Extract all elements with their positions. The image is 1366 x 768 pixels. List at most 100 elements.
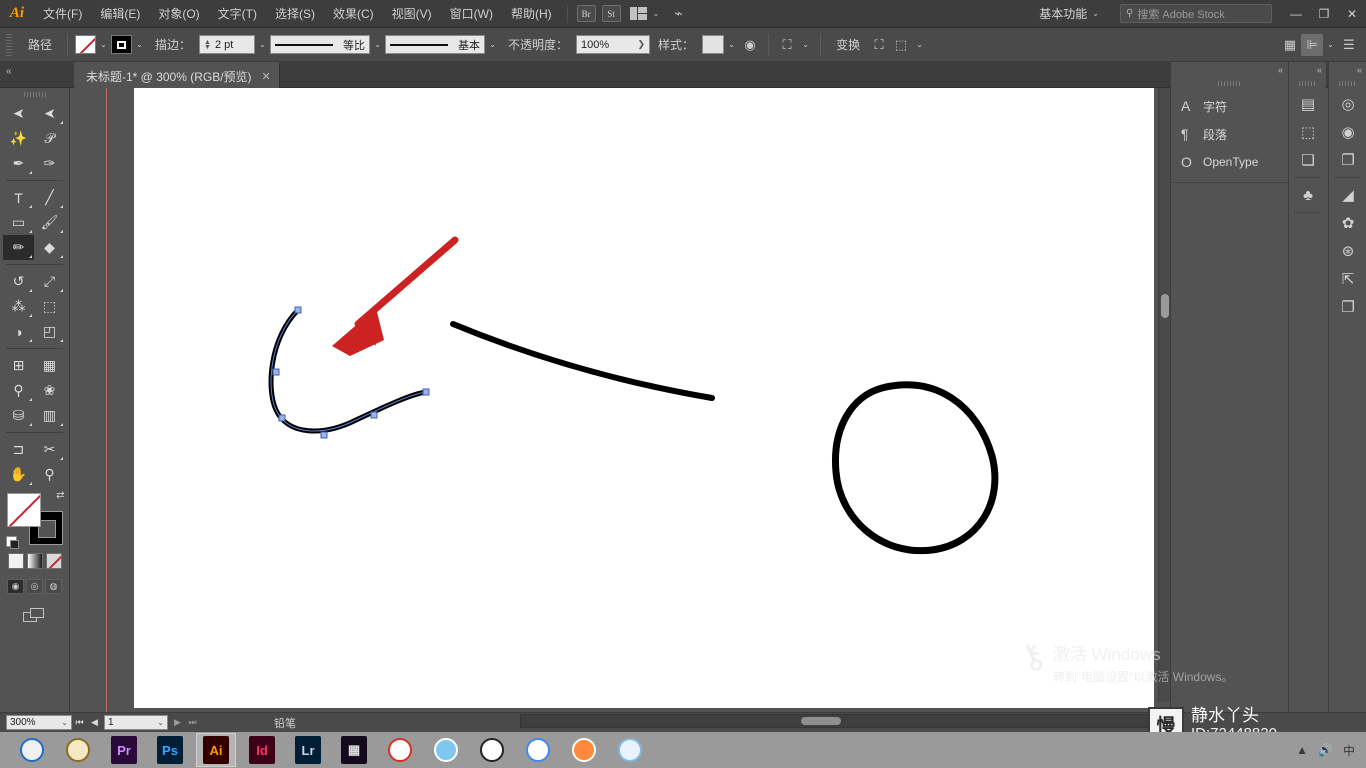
pen-tool[interactable]: ✒ — [3, 151, 34, 176]
artboard-number-input[interactable]: 1 ⌄ — [104, 715, 168, 730]
taskbar-firefox-browser[interactable] — [564, 733, 604, 767]
lasso-tool[interactable]: 𝒫 — [34, 126, 65, 151]
free-transform-tool[interactable]: ⬚ — [34, 294, 65, 319]
chevron-down-icon[interactable]: ⌄ — [485, 35, 500, 54]
taskbar-media-encoder[interactable]: ▦ — [334, 733, 374, 767]
close-icon[interactable]: ✕ — [262, 70, 271, 83]
menu-文字t[interactable]: 文字(T) — [209, 0, 266, 28]
taskbar-photoshop[interactable]: Ps — [150, 733, 190, 767]
fill-color-swatch[interactable] — [75, 35, 97, 54]
align-icon[interactable]: ⛶ — [868, 34, 890, 56]
symbols-icon[interactable]: ♣ — [1289, 181, 1327, 209]
eraser-tool[interactable]: ◆ — [34, 235, 65, 260]
restore-button[interactable]: ❐ — [1310, 0, 1338, 28]
change-screen-mode-icon[interactable] — [22, 608, 47, 624]
stock-search-input[interactable]: ⚲ 搜索 Adobe Stock — [1120, 4, 1272, 23]
taskbar-notepad-app[interactable] — [610, 733, 650, 767]
rectangle-tool[interactable]: ▭ — [3, 210, 34, 235]
fill-swatch-none[interactable] — [6, 493, 41, 527]
tools-panel-grip[interactable] — [23, 92, 46, 97]
draw-normal-button[interactable]: ◉ — [7, 579, 24, 594]
taskbar-lightroom[interactable]: Lr — [288, 733, 328, 767]
swatches-icon[interactable]: ✿ — [1329, 209, 1366, 237]
brushes-icon[interactable]: ◢ — [1329, 181, 1366, 209]
artboards-panel-icon[interactable]: ▦ — [1279, 34, 1301, 56]
previous-artboard-button[interactable]: ◀ — [87, 717, 102, 728]
scrollbar-thumb[interactable] — [1161, 294, 1169, 318]
symbols-alt-icon[interactable]: ⊛ — [1329, 237, 1366, 265]
shape-builder-tool[interactable]: ◑ — [3, 319, 34, 344]
taskbar-wps-office[interactable] — [380, 733, 420, 767]
taskbar-chrome[interactable] — [518, 733, 558, 767]
menu-窗口w[interactable]: 窗口(W) — [441, 0, 502, 28]
tray-icon-1[interactable]: 🔊 — [1318, 743, 1333, 757]
scale-tool[interactable]: ⤢ — [34, 269, 65, 294]
zoom-level-input[interactable]: 300% ⌄ — [6, 715, 72, 730]
tray-icon-2[interactable]: 中 — [1343, 742, 1355, 759]
horizontal-scrollbar[interactable] — [520, 714, 1160, 728]
chevron-down-icon[interactable]: ⌄ — [912, 35, 927, 54]
symbol-sprayer-tool[interactable]: ⛁ — [3, 403, 34, 428]
taskbar-browser-360[interactable] — [12, 733, 52, 767]
taskbar-illustrator[interactable]: Ai — [196, 733, 236, 767]
recolor-artwork-icon[interactable]: ◉ — [739, 34, 761, 56]
slice-tool[interactable]: ✂ — [34, 437, 65, 462]
chevron-down-icon[interactable]: ⌄ — [255, 35, 270, 54]
stroke-weight-input[interactable]: ▲ ▼ 2 pt — [199, 35, 256, 54]
line-segment-tool[interactable]: ╱ — [34, 185, 65, 210]
panel-item-character[interactable]: A 字符 — [1171, 92, 1288, 120]
pencil-tool[interactable]: ✏ — [3, 235, 34, 260]
layers-icon[interactable]: ❐ — [1329, 293, 1366, 321]
panel-item-opentype[interactable]: O OpenType — [1171, 148, 1288, 176]
default-fill-stroke-icon[interactable] — [5, 536, 19, 549]
chevron-right-icon[interactable]: ❯ — [638, 39, 646, 50]
zoom-tool[interactable]: ⚲ — [34, 462, 65, 487]
panel-grip[interactable] — [1338, 81, 1357, 86]
canvas-area[interactable] — [70, 88, 1170, 712]
color-mode-button[interactable] — [7, 553, 24, 569]
collapse-panel-icon[interactable]: « — [6, 66, 12, 77]
pathfinder-icon[interactable]: ❏ — [1289, 146, 1327, 174]
eyedropper-tool[interactable]: ⚲ — [3, 378, 34, 403]
mesh-tool[interactable]: ⊞ — [3, 353, 34, 378]
appearance-icon[interactable]: ⇱ — [1329, 265, 1366, 293]
transform-icon[interactable]: ⬚ — [1289, 118, 1327, 146]
menu-效果c[interactable]: 效果(C) — [324, 0, 383, 28]
chevron-down-icon[interactable]: ⌄ — [157, 718, 164, 727]
artboards-icon[interactable]: ▤ — [1289, 90, 1327, 118]
magic-wand-tool[interactable]: ✨ — [3, 126, 34, 151]
document-tab[interactable]: 未标题-1* @ 300% (RGB/预览) ✕ — [74, 62, 280, 88]
isolate-object-icon[interactable]: ⛶ — [776, 34, 798, 56]
menu-编辑e[interactable]: 编辑(E) — [91, 0, 149, 28]
collapse-panel-icon[interactable]: « — [1357, 65, 1362, 75]
curvature-tool[interactable]: ✑ — [34, 151, 65, 176]
taskbar-qq-messenger[interactable] — [472, 733, 512, 767]
minimize-button[interactable]: — — [1282, 0, 1310, 28]
stroke-color-swatch[interactable] — [111, 35, 133, 54]
stock-icon[interactable]: St — [601, 5, 621, 22]
scrollbar-thumb[interactable] — [801, 717, 841, 725]
collapse-panel-icon[interactable]: « — [1317, 65, 1322, 75]
perspective-grid-tool[interactable]: ◰ — [34, 319, 65, 344]
none-mode-button[interactable] — [45, 553, 62, 569]
chevron-down-icon[interactable]: ⌄ — [653, 9, 660, 18]
width-tool[interactable]: ⁂ — [3, 294, 34, 319]
selection-tool[interactable]: ➤ — [3, 101, 34, 126]
control-bar-grip[interactable] — [6, 33, 12, 56]
type-tool[interactable]: T — [3, 185, 34, 210]
panel-grip[interactable] — [1298, 81, 1317, 86]
menu-对象o[interactable]: 对象(O) — [149, 0, 208, 28]
workspace-selector[interactable]: 基本功能 ⌄ — [1039, 5, 1108, 22]
bridge-icon[interactable]: Br — [576, 5, 596, 22]
taskbar-file-explorer[interactable] — [58, 733, 98, 767]
chevron-down-icon[interactable]: ⌄ — [1092, 9, 1099, 18]
taskbar-rabbit-app[interactable] — [426, 733, 466, 767]
gradient-tool[interactable]: ▦ — [34, 353, 65, 378]
taskbar-indesign[interactable]: Id — [242, 733, 282, 767]
stepper-icon[interactable]: ▲ ▼ — [204, 39, 211, 51]
chevron-down-icon[interactable]: ⌄ — [132, 35, 147, 54]
rocket-power-icon[interactable]: ⌁ — [674, 5, 682, 22]
swap-fill-stroke-icon[interactable]: ⇄ — [56, 490, 64, 501]
brush-definition-select[interactable]: 基本 — [385, 35, 486, 54]
chevron-down-icon[interactable]: ⌄ — [96, 35, 111, 54]
